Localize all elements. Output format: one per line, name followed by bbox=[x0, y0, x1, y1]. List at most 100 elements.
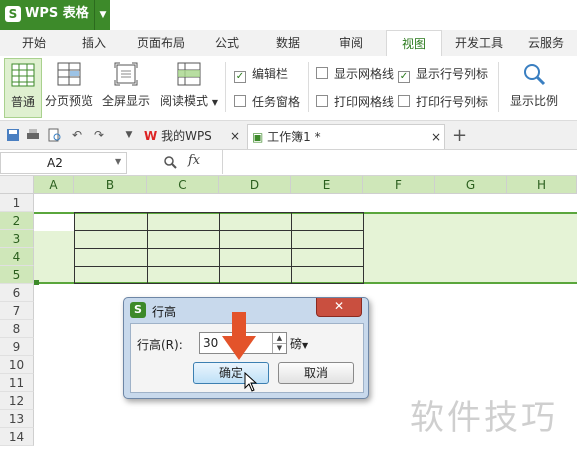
print-gridlines-checkbox[interactable]: 打印网格线 bbox=[316, 93, 394, 110]
checkmark-icon: ✓ bbox=[234, 71, 246, 83]
row-header[interactable]: 10 bbox=[0, 356, 34, 374]
formula-input[interactable] bbox=[222, 150, 577, 174]
workbook-tab-label: 工作簿1 * bbox=[267, 130, 321, 144]
column-header[interactable]: A bbox=[34, 176, 74, 194]
row-height-field-label: 行高(R): bbox=[137, 338, 183, 352]
row-header[interactable]: 11 bbox=[0, 374, 34, 392]
formula-bar: A2 ▼ fx bbox=[0, 150, 577, 176]
print-headers-checkbox[interactable]: 打印行号列标 bbox=[398, 93, 488, 110]
checkmark-icon: ✓ bbox=[398, 71, 410, 83]
zoom-button[interactable]: 显示比例 bbox=[506, 58, 562, 116]
ribbon-divider bbox=[225, 62, 226, 112]
app-menu-dropdown-icon[interactable]: ▼ bbox=[94, 0, 111, 30]
select-all-corner[interactable] bbox=[0, 176, 34, 194]
row-header[interactable]: 13 bbox=[0, 410, 34, 428]
undo-icon[interactable]: ↶ bbox=[70, 128, 84, 142]
zoom-formula-icon[interactable] bbox=[163, 155, 177, 169]
column-header[interactable]: E bbox=[291, 176, 363, 194]
show-gridlines-checkbox[interactable]: 显示网格线 bbox=[316, 65, 394, 82]
row-header[interactable]: 12 bbox=[0, 392, 34, 410]
full-screen-button[interactable]: 全屏显示 bbox=[100, 58, 152, 116]
active-cell[interactable] bbox=[34, 214, 74, 231]
bordered-table bbox=[74, 212, 364, 284]
row-header[interactable]: 6 bbox=[0, 284, 34, 302]
close-tab-icon[interactable]: × bbox=[230, 124, 240, 148]
red-arrow-annotation-icon bbox=[222, 312, 256, 360]
row-header[interactable]: 2 bbox=[0, 212, 34, 230]
close-tab-icon[interactable]: × bbox=[431, 125, 441, 149]
column-header[interactable]: H bbox=[507, 176, 577, 194]
tab-data[interactable]: 数据 bbox=[266, 30, 310, 56]
row-header[interactable]: 3 bbox=[0, 230, 34, 248]
reading-mode-label: 阅读模式 ▼ bbox=[160, 94, 218, 108]
unit-selector[interactable]: 磅▼ bbox=[290, 335, 308, 352]
save-icon[interactable] bbox=[6, 128, 20, 142]
name-box[interactable]: A2 ▼ bbox=[0, 152, 127, 174]
wps-logo-icon: S bbox=[130, 302, 146, 318]
row-header[interactable]: 8 bbox=[0, 320, 34, 338]
row-header[interactable]: 4 bbox=[0, 248, 34, 266]
fill-handle[interactable] bbox=[34, 280, 39, 285]
unit-label: 磅 bbox=[290, 337, 303, 351]
normal-view-label: 普通 bbox=[10, 95, 35, 109]
tab-workbook[interactable]: ▣ 工作簿1 * × bbox=[247, 124, 445, 149]
dialog-title: 行高 bbox=[152, 305, 177, 319]
row-header[interactable]: 7 bbox=[0, 302, 34, 320]
tab-cloud[interactable]: 云服务 bbox=[522, 30, 570, 56]
new-tab-button[interactable]: + bbox=[452, 124, 467, 148]
name-box-dropdown-icon[interactable]: ▼ bbox=[115, 157, 121, 166]
column-header[interactable]: F bbox=[363, 176, 435, 194]
document-tab-strip: ↶ ↷ ▼ W 我的WPS × ▣ 工作簿1 * × + bbox=[0, 121, 577, 150]
tab-formulas[interactable]: 公式 bbox=[205, 30, 249, 56]
row-header[interactable]: 9 bbox=[0, 338, 34, 356]
row-header[interactable]: 1 bbox=[0, 194, 34, 212]
unit-dropdown-icon: ▼ bbox=[302, 341, 309, 350]
cancel-button[interactable]: 取消 bbox=[278, 362, 354, 384]
title-bar: S WPS 表格 ▼ bbox=[0, 0, 577, 30]
redo-icon[interactable]: ↷ bbox=[92, 128, 106, 142]
normal-view-icon bbox=[11, 63, 35, 87]
print-headers-label: 打印行号列标 bbox=[416, 95, 489, 109]
task-pane-checkbox[interactable]: 任务窗格 bbox=[234, 93, 300, 110]
column-header[interactable]: G bbox=[435, 176, 507, 194]
print-preview-icon[interactable] bbox=[48, 128, 62, 142]
page-break-preview-label: 分页预览 bbox=[44, 94, 93, 108]
magnifier-icon bbox=[524, 64, 546, 86]
sheet-icon: ▣ bbox=[252, 130, 264, 144]
ribbon-view-panel: 普通 分页预览 全屏显示 阅读模式 ▼ ✓ 编辑栏 任务窗格 显示网格线 打印网格… bbox=[0, 56, 577, 121]
print-icon[interactable] bbox=[26, 128, 40, 142]
tab-my-wps[interactable]: W 我的WPS × bbox=[144, 124, 242, 148]
tab-review[interactable]: 审阅 bbox=[329, 30, 373, 56]
row-header[interactable]: 5 bbox=[0, 266, 34, 284]
empty-checkbox-icon bbox=[234, 95, 246, 107]
close-dialog-button[interactable]: ✕ bbox=[316, 298, 362, 317]
wps-w-icon: W bbox=[144, 129, 158, 143]
wps-logo-icon: S bbox=[5, 6, 21, 22]
edit-bar-checkbox[interactable]: ✓ 编辑栏 bbox=[234, 65, 288, 83]
print-gridlines-label: 打印网格线 bbox=[334, 95, 395, 109]
reading-mode-dropdown-icon[interactable]: ▼ bbox=[212, 98, 218, 107]
ribbon-divider bbox=[308, 62, 309, 112]
tab-developer[interactable]: 开发工具 bbox=[449, 30, 509, 56]
reading-mode-icon bbox=[177, 62, 201, 86]
ribbon-divider bbox=[498, 62, 499, 112]
show-headers-checkbox[interactable]: ✓ 显示行号列标 bbox=[398, 65, 488, 83]
row-header[interactable]: 14 bbox=[0, 428, 34, 446]
tab-home[interactable]: 开始 bbox=[12, 30, 56, 56]
normal-view-button[interactable]: 普通 bbox=[4, 58, 42, 118]
column-header[interactable]: C bbox=[147, 176, 219, 194]
spin-down-icon[interactable]: ▼ bbox=[272, 343, 286, 353]
reading-mode-button[interactable]: 阅读模式 ▼ bbox=[158, 58, 220, 116]
column-header[interactable]: B bbox=[74, 176, 147, 194]
show-headers-label: 显示行号列标 bbox=[416, 67, 489, 81]
page-break-preview-button[interactable]: 分页预览 bbox=[44, 58, 94, 116]
row-height-dialog: S 行高 ✕ 行高(R): 30 ▲ ▼ 磅▼ 确定 取消 bbox=[123, 297, 369, 399]
full-screen-icon bbox=[114, 62, 138, 86]
column-header[interactable]: D bbox=[219, 176, 291, 194]
tab-insert[interactable]: 插入 bbox=[72, 30, 116, 56]
fx-icon[interactable]: fx bbox=[188, 153, 200, 168]
app-badge[interactable]: S WPS 表格 ▼ bbox=[0, 0, 110, 30]
quick-access-dropdown-icon[interactable]: ▼ bbox=[122, 128, 136, 142]
tab-view[interactable]: 视图 bbox=[386, 30, 442, 58]
tab-page-layout[interactable]: 页面布局 bbox=[130, 30, 192, 56]
